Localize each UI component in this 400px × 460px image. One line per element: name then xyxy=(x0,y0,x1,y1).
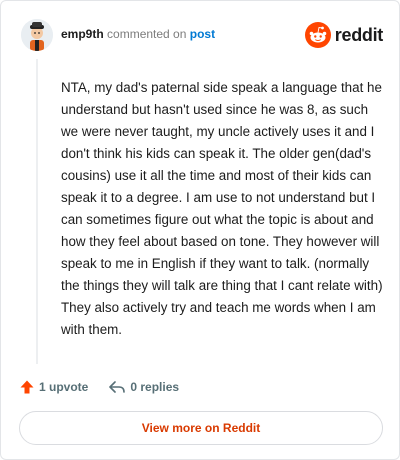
view-more-button[interactable]: View more on Reddit xyxy=(19,411,383,445)
reddit-snoo-icon xyxy=(304,22,331,48)
comment-actions: 1 upvote 0 replies xyxy=(19,377,179,397)
comment-header: emp9th commented on post reddit xyxy=(21,19,383,51)
comment-body: NTA, my dad's paternal side speak a lang… xyxy=(61,80,383,337)
thread-line xyxy=(36,59,38,364)
comment-meta: emp9th commented on post xyxy=(61,27,215,41)
replies-button[interactable]: 0 replies xyxy=(108,379,179,395)
comment-embed-card: emp9th commented on post reddit NTA, my … xyxy=(0,0,400,460)
reddit-wordmark: reddit xyxy=(334,24,384,45)
upvote-count: 1 upvote xyxy=(39,380,89,394)
upvote-arrow-icon xyxy=(20,380,34,394)
reply-count: 0 replies xyxy=(130,380,180,394)
comment-action-text: commented on xyxy=(107,27,187,41)
username-link[interactable]: emp9th xyxy=(61,27,104,41)
user-avatar[interactable] xyxy=(21,19,53,51)
post-link[interactable]: post xyxy=(190,27,215,41)
reply-arrow-icon xyxy=(109,381,126,393)
reddit-logo[interactable]: reddit xyxy=(304,21,384,49)
upvote-button[interactable]: 1 upvote xyxy=(19,379,88,395)
